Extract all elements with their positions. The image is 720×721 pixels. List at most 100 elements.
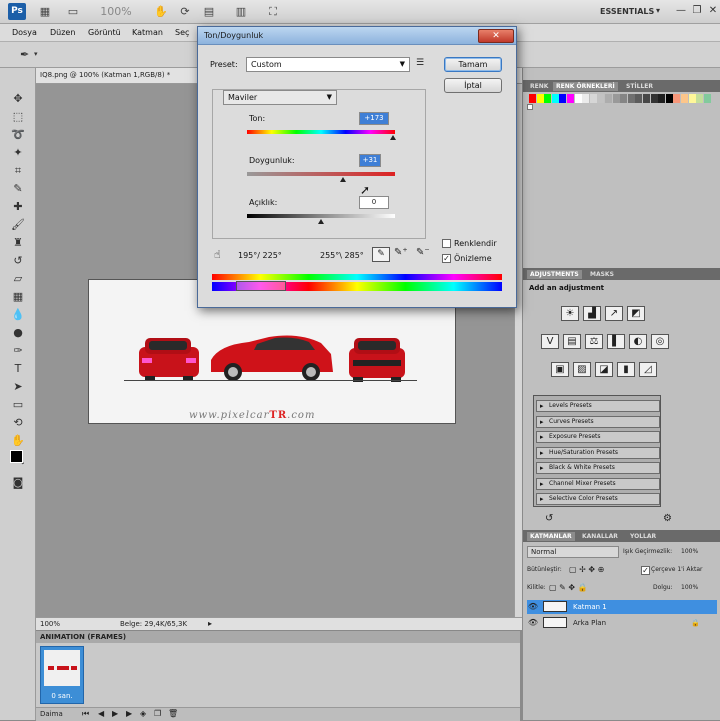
preset-options-icon[interactable]: ☰	[416, 58, 424, 68]
color-swatch[interactable]	[612, 94, 620, 103]
lasso-tool-icon[interactable]: ➰	[10, 128, 26, 142]
minimize-icon[interactable]: —	[674, 5, 688, 17]
adjustment-type-icon[interactable]: ▨	[573, 362, 591, 377]
adjustment-type-icon[interactable]: ◎	[651, 334, 669, 349]
layer-row[interactable]: 👁 Katman 1	[527, 600, 717, 614]
tab-swatches[interactable]: RENK ÖRNEKLERİ	[553, 82, 618, 91]
dialog-title-bar[interactable]: Ton/Doygunluk	[198, 27, 516, 45]
color-swatch[interactable]	[635, 94, 643, 103]
loop-select[interactable]: Daima	[40, 710, 63, 718]
saturation-value-input[interactable]: +31	[359, 154, 381, 167]
play-icon[interactable]: ▶	[112, 709, 118, 718]
color-swatch[interactable]	[551, 94, 559, 103]
propagate-frame-checkbox[interactable]: ✓	[641, 566, 650, 575]
healing-brush-icon[interactable]: ✚	[10, 200, 26, 214]
adjustment-type-icon[interactable]: ▌	[607, 334, 625, 349]
color-swatch[interactable]	[574, 94, 582, 103]
quick-mask-icon[interactable]: ◙	[10, 476, 26, 490]
move-tool-icon[interactable]: ✥	[10, 92, 26, 106]
adjustment-type-icon[interactable]: ▣	[551, 362, 569, 377]
gradient-tool-icon[interactable]: ▦	[10, 290, 26, 304]
menu-image[interactable]: Görüntü	[88, 28, 121, 37]
menu-select[interactable]: Seç	[175, 28, 189, 37]
color-swatch[interactable]	[544, 94, 552, 103]
status-zoom[interactable]: 100%	[40, 620, 60, 628]
fill-value[interactable]: 100%	[681, 584, 698, 591]
color-swatch[interactable]	[529, 94, 536, 103]
previous-frame-icon[interactable]: ◀	[98, 709, 104, 718]
preset-select[interactable]: Custom ▼	[246, 57, 410, 72]
visibility-eye-icon[interactable]: 👁	[527, 600, 539, 614]
adjustment-type-icon[interactable]: ◪	[595, 362, 613, 377]
opacity-value[interactable]: 100%	[681, 548, 698, 555]
preset-list-item[interactable]: Levels Presets	[536, 400, 660, 412]
pen-tool-icon[interactable]: ✑	[10, 344, 26, 358]
clone-stamp-icon[interactable]: ♜	[10, 236, 26, 250]
color-swatch[interactable]	[673, 94, 681, 103]
arrange-documents-icon[interactable]: ▥	[232, 5, 250, 19]
workspace-switcher[interactable]: ESSENTIALS	[600, 7, 654, 16]
eyedropper-button-icon[interactable]: ✎	[372, 247, 390, 262]
hue-slider-track[interactable]	[247, 130, 395, 134]
zoom-level-display[interactable]: 100%	[96, 5, 136, 19]
delete-frame-icon[interactable]: 🗑	[168, 709, 178, 718]
preset-list-item[interactable]: Hue/Saturation Presets	[536, 446, 660, 459]
adjustment-type-icon[interactable]: V	[541, 334, 559, 349]
hand-tool-icon[interactable]: ✋	[152, 5, 170, 19]
lightness-slider-thumb[interactable]	[318, 219, 324, 224]
preset-list-item[interactable]: Selective Color Presets	[536, 493, 660, 505]
close-app-icon[interactable]: ✕	[706, 5, 720, 17]
eyedropper-tool-icon[interactable]: ✒	[20, 48, 29, 61]
color-swatch[interactable]	[536, 94, 544, 103]
tab-adjustments[interactable]: ADJUSTMENTS	[527, 270, 582, 279]
crop-tool-icon[interactable]: ⌗	[10, 164, 26, 178]
color-swatch[interactable]	[696, 94, 704, 103]
lock-icons[interactable]: ▢ ✎ ✥ 🔒	[549, 583, 588, 592]
hue-value-input[interactable]: +173	[359, 112, 389, 125]
eraser-tool-icon[interactable]: ▱	[10, 272, 26, 286]
color-swatch[interactable]	[665, 94, 673, 103]
targeted-adjustment-icon[interactable]: ☝	[214, 248, 221, 261]
visibility-eye-icon[interactable]: 👁	[527, 616, 539, 630]
adjustment-type-icon[interactable]: ▤	[563, 334, 581, 349]
3d-rotate-icon[interactable]: ⟲	[10, 416, 26, 430]
menu-file[interactable]: Dosya	[12, 28, 37, 37]
saturation-slider-thumb[interactable]	[340, 177, 346, 182]
adjustment-type-icon[interactable]: ▮	[617, 362, 635, 377]
tab-paths[interactable]: YOLLAR	[627, 532, 659, 541]
layer-row[interactable]: 👁 Arka Plan 🔒	[527, 616, 717, 630]
adjustment-type-icon[interactable]: ☀	[561, 306, 579, 321]
grid-icon[interactable]: ▤	[200, 5, 218, 19]
color-swatch[interactable]	[658, 94, 666, 103]
tab-styles[interactable]: STİLLER	[623, 82, 656, 91]
shape-tool-icon[interactable]: ▭	[10, 398, 26, 412]
tab-layers[interactable]: KATMANLAR	[527, 532, 575, 541]
adjustment-panel-icon[interactable]: ↺	[545, 513, 553, 524]
status-menu-arrow-icon[interactable]: ▸	[208, 619, 212, 628]
rotate-view-icon[interactable]: ⟳	[176, 5, 194, 19]
duplicate-frame-icon[interactable]: ❐	[154, 709, 161, 718]
color-swatch[interactable]	[650, 94, 658, 103]
tween-icon[interactable]: ◈	[140, 709, 146, 718]
eyedropper-add-icon[interactable]: ✎⁺	[394, 247, 408, 258]
first-frame-icon[interactable]: ⏮	[82, 709, 89, 719]
adjustment-type-icon[interactable]: ↗	[605, 306, 623, 321]
bridge-icon[interactable]: ▦	[36, 5, 54, 19]
color-swatch[interactable]	[620, 94, 628, 103]
preview-checkbox[interactable]: ✓	[442, 254, 451, 263]
swatch-small[interactable]	[527, 104, 533, 110]
adjustment-type-icon[interactable]: ◿	[639, 362, 657, 377]
type-tool-icon[interactable]: T	[10, 362, 26, 376]
marquee-tool-icon[interactable]: ⬚	[10, 110, 26, 124]
adjustment-panel-menu-icon[interactable]: ⚙	[663, 513, 672, 524]
adjustment-type-icon[interactable]: ◐	[629, 334, 647, 349]
restore-icon[interactable]: ❐	[690, 5, 704, 17]
eyedropper-subtract-icon[interactable]: ✎⁻	[416, 247, 430, 258]
hand-tool-panel-icon[interactable]: ✋	[10, 434, 26, 448]
preset-list-item[interactable]: Black & White Presets	[536, 462, 660, 474]
range-selector[interactable]	[236, 281, 286, 291]
adjustment-type-icon[interactable]: ▟	[583, 306, 601, 321]
preset-list-item[interactable]: Curves Presets	[536, 415, 660, 428]
color-swatch[interactable]	[681, 94, 688, 103]
colorize-checkbox[interactable]	[442, 239, 451, 248]
